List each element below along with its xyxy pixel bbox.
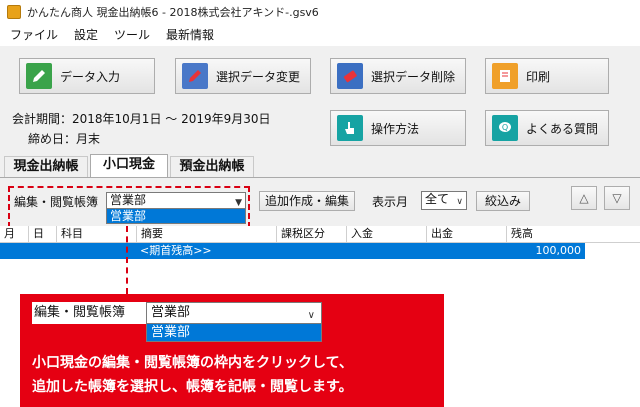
callout-chevron-down-icon: ∨ bbox=[307, 310, 315, 321]
callout-ledger-label: 編集・閲覧帳簿 bbox=[32, 302, 160, 324]
ledger-tabs: 現金出納帳 小口現金 預金出納帳 bbox=[0, 154, 640, 178]
fiscal-period: 会計期間：2018年10月1日 ～ 2019年9月30日 bbox=[12, 112, 271, 126]
tab-deposit-ledger[interactable]: 預金出納帳 bbox=[170, 156, 254, 178]
callout-dropdown-option: 営業部 bbox=[146, 324, 322, 342]
highlight-frame bbox=[8, 186, 250, 228]
menu-tools[interactable]: ツール bbox=[106, 24, 158, 46]
app-icon bbox=[7, 5, 21, 19]
th-tax: 課税区分 bbox=[276, 226, 346, 243]
svg-text:Q: Q bbox=[502, 123, 508, 132]
menu-settings[interactable]: 設定 bbox=[66, 24, 106, 46]
tab-cash-ledger[interactable]: 現金出納帳 bbox=[4, 156, 88, 178]
down-button[interactable]: ▽ bbox=[604, 186, 630, 210]
tab-petty-cash[interactable]: 小口現金 bbox=[90, 154, 168, 178]
callout-box: 編集・閲覧帳簿 営業部 ∨ 営業部 小口現金の編集・閲覧帳簿の枠内をクリックして… bbox=[20, 294, 444, 407]
print-label: 印刷 bbox=[526, 69, 551, 84]
howto-button[interactable]: 操作方法 bbox=[330, 110, 466, 146]
callout-line-2: 追加した帳簿を選択し、帳簿を記帳・閲覧します。 bbox=[32, 379, 353, 395]
callout-select-value: 営業部 bbox=[151, 305, 191, 320]
hand-pointer-icon bbox=[337, 115, 363, 141]
th-expense: 出金 bbox=[426, 226, 506, 243]
up-button[interactable]: △ bbox=[571, 186, 597, 210]
menu-file[interactable]: ファイル bbox=[0, 24, 66, 46]
faq-label: よくある質問 bbox=[526, 121, 599, 136]
eraser-icon bbox=[337, 63, 363, 89]
th-income: 入金 bbox=[346, 226, 426, 243]
print-icon bbox=[492, 63, 518, 89]
edit-pencil-icon bbox=[182, 63, 208, 89]
faq-button[interactable]: Q よくある質問 bbox=[485, 110, 609, 146]
add-edit-ledger-button[interactable]: 追加作成・編集 bbox=[259, 191, 355, 211]
howto-label: 操作方法 bbox=[371, 121, 420, 136]
row-description: <期首残高>> bbox=[140, 244, 212, 257]
delete-data-button[interactable]: 選択データ削除 bbox=[330, 58, 466, 94]
table-row[interactable]: <期首残高>> 100,000 bbox=[0, 243, 585, 259]
delete-data-label: 選択データ削除 bbox=[371, 69, 456, 84]
callout-line-1: 小口現金の編集・閲覧帳簿の枠内をクリックして、 bbox=[32, 355, 353, 371]
table-header: 月 日 科目 摘要 課税区分 入金 出金 残高 bbox=[0, 226, 640, 243]
menu-news[interactable]: 最新情報 bbox=[158, 24, 222, 46]
app-window: かんたん商人 現金出納帳6 - 2018株式会社アキンド-.gsv6 ファイル … bbox=[0, 0, 640, 407]
th-balance: 残高 bbox=[506, 226, 586, 243]
edit-data-label: 選択データ変更 bbox=[216, 69, 301, 84]
th-description: 摘要 bbox=[136, 226, 276, 243]
th-day: 日 bbox=[28, 226, 56, 243]
question-bubble-icon: Q bbox=[492, 115, 518, 141]
data-entry-label: データ入力 bbox=[60, 69, 121, 84]
pencil-icon bbox=[26, 63, 52, 89]
th-month: 月 bbox=[4, 227, 15, 240]
torn-edge bbox=[444, 300, 640, 407]
callout-connector bbox=[126, 226, 128, 294]
data-entry-button[interactable]: データ入力 bbox=[19, 58, 155, 94]
month-chevron-down-icon: ∨ bbox=[456, 197, 463, 207]
print-button[interactable]: 印刷 bbox=[485, 58, 609, 94]
toolbar: データ入力 選択データ変更 選択データ削除 印刷 操作方法 Q よくある質問 会… bbox=[0, 46, 640, 156]
th-account: 科目 bbox=[56, 226, 136, 243]
title-bar: かんたん商人 現金出納帳6 - 2018株式会社アキンド-.gsv6 bbox=[0, 0, 640, 24]
filter-bar: 編集・閲覧帳簿 営業部 ▼ 営業部 追加作成・編集 表示月 全て ∨ 絞込み △… bbox=[0, 178, 640, 228]
window-title: かんたん商人 現金出納帳6 - 2018株式会社アキンド-.gsv6 bbox=[27, 6, 319, 19]
month-select-value: 全て bbox=[425, 192, 450, 206]
narrow-button[interactable]: 絞込み bbox=[476, 191, 530, 211]
edit-data-button[interactable]: 選択データ変更 bbox=[175, 58, 311, 94]
row-balance: 100,000 bbox=[535, 244, 582, 257]
callout-ledger-select: 営業部 ∨ bbox=[146, 302, 322, 324]
month-label: 表示月 bbox=[372, 195, 409, 209]
month-select[interactable]: 全て ∨ bbox=[421, 191, 467, 210]
closing-day: 締め日：月末 bbox=[28, 132, 101, 146]
menu-bar: ファイル 設定 ツール 最新情報 bbox=[0, 24, 640, 46]
